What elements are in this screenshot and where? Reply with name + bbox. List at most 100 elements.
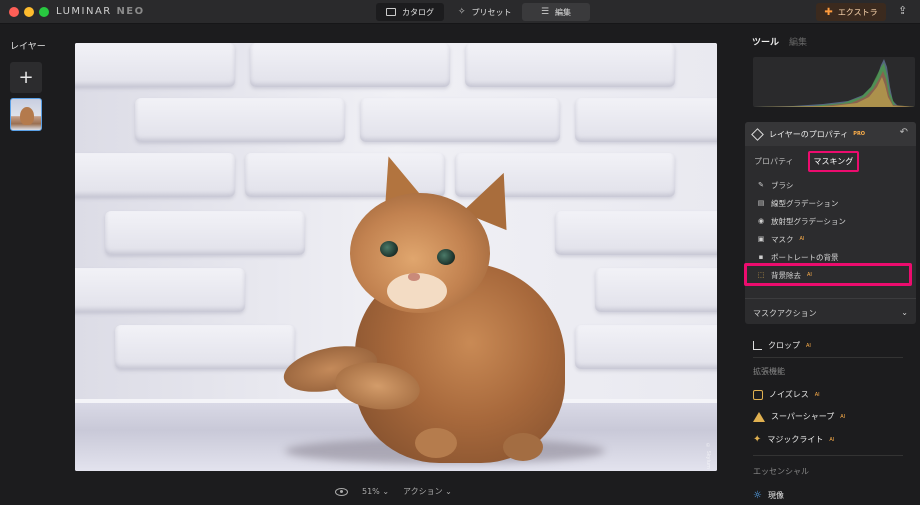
photo-watermark: © Skylum — [705, 443, 711, 469]
zoom-value: 51% — [362, 487, 380, 496]
mask-action-label: マスクアクション — [753, 309, 817, 318]
close-window-button[interactable] — [9, 7, 19, 17]
portrait-icon: ▪ — [758, 253, 764, 261]
nav-catalog[interactable]: カタログ — [376, 3, 444, 21]
nav-presets[interactable]: ✧ プリセット — [448, 3, 522, 21]
tool-linear-gradient[interactable]: ▤ 線型グラデーション — [757, 194, 846, 212]
sliders-icon: ☰ — [540, 7, 550, 17]
background-removal-highlight — [744, 263, 912, 286]
thumbnail-cat — [20, 107, 34, 125]
supersharp-icon — [753, 411, 765, 422]
layer-properties-header[interactable]: レイヤーのプロパティ PRO ↶ — [745, 122, 916, 146]
divider — [753, 357, 903, 358]
extensions-section-label: 拡張機能 — [753, 367, 785, 376]
title-bar: LUMINAR NEO カタログ ✧ プリセット ☰ 編集 ✚ エクストラ ⇪ — [0, 0, 920, 24]
cat-nose — [408, 273, 420, 281]
nav-presets-label: プリセット — [471, 7, 512, 17]
crop-icon — [753, 341, 762, 350]
subtab-masking[interactable]: マスキング — [807, 151, 860, 172]
brick — [575, 98, 717, 142]
folder-icon — [386, 8, 396, 16]
ai-mask-icon: ▣ — [757, 235, 765, 243]
tool-brush[interactable]: ✎ ブラシ — [757, 176, 846, 194]
tool-magiclight[interactable]: ✦ マジックライト AI — [753, 434, 834, 445]
tool-develop[interactable]: ☼ 現像 — [753, 490, 784, 501]
cat-eye-left — [380, 241, 398, 257]
tool-label: 放射型グラデーション — [771, 216, 846, 226]
chevron-down-icon: ⌄ — [901, 308, 908, 317]
layer-properties-title: レイヤーのプロパティ — [769, 129, 849, 139]
cat-eye-right — [437, 249, 455, 265]
eye-icon[interactable] — [335, 487, 348, 496]
cat-foot-left — [415, 428, 457, 458]
brick — [250, 43, 450, 87]
tool-label: ポートレートの背景 — [771, 252, 839, 262]
brick — [360, 98, 560, 142]
logo-text: LUMINAR — [56, 6, 112, 17]
layer-properties-panel: レイヤーのプロパティ PRO ↶ プロパティ マスキング ✎ ブラシ ▤ 線型グ… — [745, 122, 916, 324]
share-icon[interactable]: ⇪ — [898, 4, 910, 18]
nav-edit[interactable]: ☰ 編集 — [522, 3, 590, 21]
brick — [75, 43, 235, 87]
brick — [105, 211, 305, 255]
app-logo: LUMINAR NEO — [56, 6, 145, 17]
tool-mask-ai[interactable]: ▣ マスク AI — [757, 230, 846, 248]
brick — [135, 98, 345, 142]
histogram-graph — [753, 59, 915, 107]
ai-badge: AI — [806, 342, 811, 349]
nav-edit-label: 編集 — [555, 7, 572, 17]
crop-label: クロップ — [768, 341, 800, 350]
zoom-dropdown[interactable]: 51% ⌄ — [362, 487, 389, 496]
pro-badge: PRO — [853, 131, 866, 137]
tool-supersharp[interactable]: スーパーシャープ AI — [753, 411, 845, 422]
noiseless-icon — [753, 389, 763, 400]
minimize-window-button[interactable] — [24, 7, 34, 17]
tool-label: マスク — [771, 234, 794, 244]
properties-subtabs: プロパティ マスキング — [754, 151, 860, 172]
ai-badge: AI — [840, 413, 846, 420]
add-layer-button[interactable]: + — [10, 62, 42, 93]
ai-badge: AI — [829, 436, 835, 443]
bottom-toolbar: 51% ⌄ アクション ⌄ — [335, 486, 452, 497]
brush-icon: ✎ — [758, 181, 764, 189]
extra-label: エクストラ — [837, 7, 878, 17]
tab-tools[interactable]: ツール — [752, 35, 779, 48]
brick — [595, 268, 717, 312]
zoom-window-button[interactable] — [39, 7, 49, 17]
supersharp-label: スーパーシャープ — [771, 412, 835, 421]
develop-label: 現像 — [767, 491, 784, 500]
sparkle-icon: ✧ — [458, 7, 466, 17]
actions-dropdown[interactable]: アクション ⌄ — [403, 486, 452, 497]
actions-label: アクション — [403, 487, 443, 496]
tab-edit[interactable]: 編集 — [789, 35, 807, 48]
cat — [275, 149, 575, 471]
cat-foot-right — [503, 433, 543, 461]
logo-neo-text: NEO — [116, 6, 145, 17]
mask-action-dropdown[interactable]: マスクアクション ⌄ — [745, 298, 916, 328]
histogram — [753, 57, 915, 107]
layers-icon — [751, 127, 764, 141]
sun-icon: ☼ — [753, 490, 762, 501]
extra-button[interactable]: ✚ エクストラ — [816, 3, 886, 21]
right-panel-tabs: ツール 編集 — [752, 35, 807, 48]
brick — [115, 325, 295, 369]
undo-icon[interactable]: ↶ — [900, 127, 908, 138]
layers-title: レイヤー — [10, 42, 46, 52]
divider — [753, 455, 903, 456]
brick — [465, 43, 675, 87]
brick — [575, 325, 717, 369]
tool-noiseless[interactable]: ノイズレス AI — [753, 389, 820, 400]
brick — [555, 211, 717, 255]
tool-crop[interactable]: クロップ AI — [753, 340, 811, 351]
photo-canvas[interactable]: © Skylum — [75, 43, 717, 471]
magic-light-icon: ✦ — [753, 434, 762, 445]
brick — [75, 268, 245, 312]
essentials-section-label: エッセンシャル — [753, 467, 809, 476]
magiclight-label: マジックライト — [767, 435, 824, 444]
layer-thumbnail[interactable] — [10, 98, 42, 131]
radial-gradient-icon: ◉ — [757, 217, 765, 225]
subtab-properties[interactable]: プロパティ — [754, 156, 794, 167]
tool-radial-gradient[interactable]: ◉ 放射型グラデーション — [757, 212, 846, 230]
ai-badge: AI — [814, 391, 820, 398]
ai-badge: AI — [799, 236, 805, 242]
